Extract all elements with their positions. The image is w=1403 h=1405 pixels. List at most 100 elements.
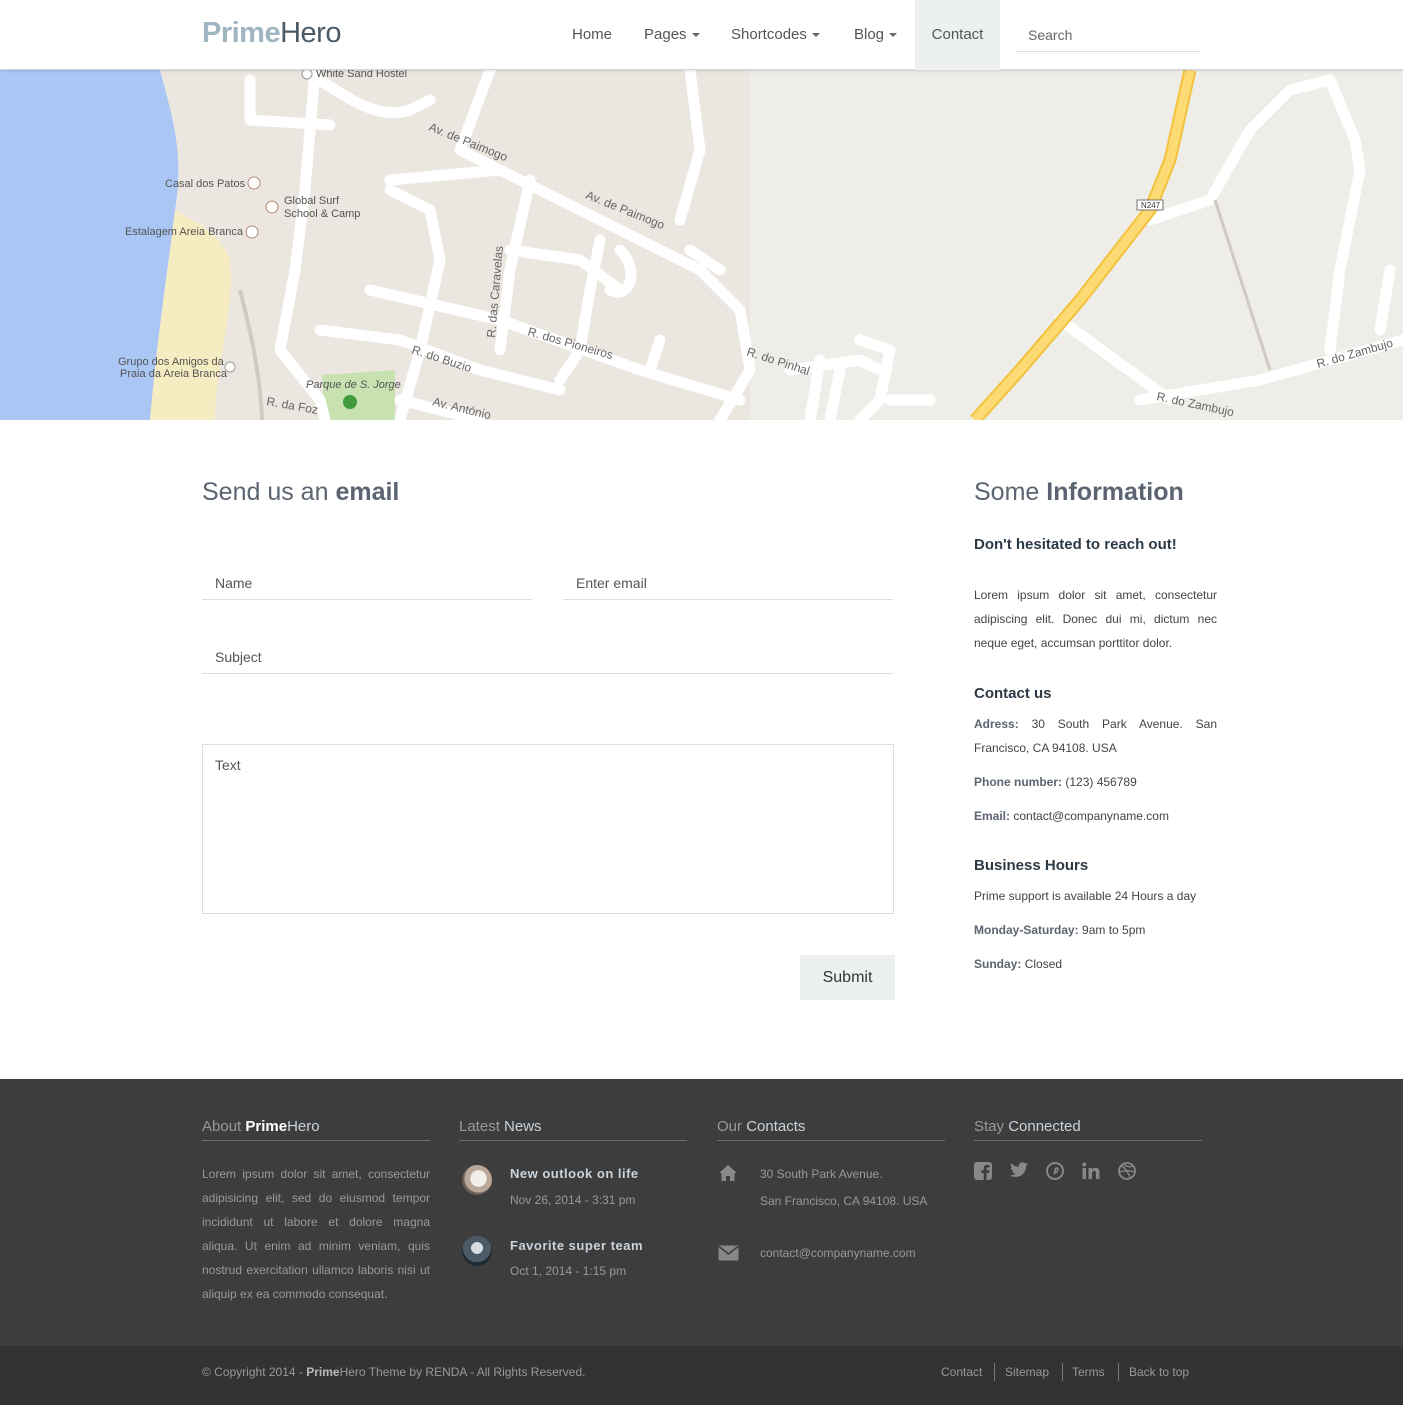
news-date: Nov 26, 2014 - 3:31 pm	[510, 1193, 636, 1207]
footer-stay-title: Stay Connected	[974, 1118, 1202, 1141]
contacts-light: Our	[717, 1118, 747, 1135]
facebook-icon[interactable]	[974, 1162, 992, 1185]
brand-part2: Hero	[280, 17, 341, 49]
form-title-light: Send us an	[202, 478, 336, 506]
info-sunday: Sunday: Closed	[974, 957, 1062, 971]
contacts-bold: Contacts	[746, 1118, 806, 1135]
link-separator	[994, 1363, 995, 1381]
stay-light: Stay	[974, 1118, 1009, 1135]
footer-about-text: Lorem ipsum dolor sit amet, consectetur …	[202, 1167, 430, 1301]
footer-contacts-title: Our Contacts	[717, 1118, 945, 1141]
sunday-label: Sunday:	[974, 957, 1022, 971]
footer-news-title: Latest News	[459, 1118, 687, 1141]
news-date: Oct 1, 2014 - 1:15 pm	[510, 1264, 627, 1278]
business-hours-heading: Business Hours	[974, 857, 1089, 874]
news-title-link[interactable]: New outlook on life	[510, 1166, 639, 1181]
copy-post: Hero Theme by RENDA - All Rights Reserve…	[339, 1365, 586, 1379]
info-weekday: Monday-Saturday: 9am to 5pm	[974, 923, 1145, 937]
nav-pages-label: Pages	[644, 26, 687, 43]
map-canvas: N247 White Sand Hostel Casal dos Patos G…	[0, 70, 1403, 420]
svg-text:Global Surf: Global Surf	[284, 195, 340, 207]
info-title-bold: Information	[1046, 478, 1184, 506]
envelope-icon	[718, 1245, 739, 1266]
dribbble-icon[interactable]	[1118, 1162, 1136, 1185]
brand-part1: Prime	[202, 17, 281, 49]
contact-us-heading: Contact us	[974, 685, 1052, 702]
footer-address-line1: 30 South Park Avenue.	[760, 1167, 883, 1181]
linkedin-icon[interactable]	[1082, 1162, 1100, 1185]
location-map[interactable]: N247 White Sand Hostel Casal dos Patos G…	[0, 70, 1403, 420]
about-bold: Prime	[245, 1118, 288, 1135]
news-bold: News	[504, 1118, 542, 1135]
link-separator	[1118, 1363, 1119, 1381]
nav-shortcodes-label: Shortcodes	[731, 26, 807, 43]
navbar: PrimeHero Home Pages Shortcodes Blog Con…	[0, 0, 1403, 70]
stay-bold: Connected	[1008, 1118, 1081, 1135]
search-input[interactable]	[1015, 18, 1201, 52]
message-textarea[interactable]	[202, 744, 894, 914]
twitter-icon[interactable]	[1010, 1162, 1028, 1183]
nav-blog-label: Blog	[854, 26, 885, 43]
phone-value: (123) 456789	[1065, 775, 1137, 789]
nav-home[interactable]: Home	[572, 0, 612, 70]
info-title: Some Information	[974, 478, 1184, 507]
link-separator	[1062, 1363, 1063, 1381]
phone-label: Phone number:	[974, 775, 1063, 789]
info-address: Adress: 30 South Park Avenue. San Franci…	[974, 712, 1217, 760]
news-thumbnail[interactable]	[462, 1236, 492, 1266]
footer-address-line2: San Francisco, CA 94108. USA	[760, 1194, 928, 1208]
bottom-link-terms[interactable]: Terms	[1072, 1365, 1105, 1379]
info-support: Prime support is available 24 Hours a da…	[974, 889, 1197, 903]
name-field[interactable]	[202, 566, 532, 600]
copy-pre: © Copyright 2014 -	[202, 1365, 307, 1379]
weekday-label: Monday-Saturday:	[974, 923, 1079, 937]
copyright: © Copyright 2014 - PrimeHero Theme by RE…	[202, 1365, 585, 1379]
svg-text:Grupo dos Amigos da: Grupo dos Amigos da	[118, 356, 225, 368]
copy-bold: Prime	[306, 1365, 340, 1379]
weekday-value: 9am to 5pm	[1082, 923, 1146, 937]
about-light: About	[202, 1118, 246, 1135]
svg-text:Parque de S. Jorge: Parque de S. Jorge	[306, 379, 401, 391]
news-thumbnail[interactable]	[462, 1165, 492, 1195]
nav-shortcodes[interactable]: Shortcodes	[731, 0, 820, 70]
nav-contact-label: Contact	[931, 26, 984, 43]
info-lorem: Lorem ipsum dolor sit amet, consectetur …	[974, 588, 1217, 650]
svg-text:Estalagem Areia Branca: Estalagem Areia Branca	[125, 226, 244, 238]
nav-pages[interactable]: Pages	[644, 0, 700, 70]
bottom-link-sitemap[interactable]: Sitemap	[1005, 1365, 1049, 1379]
subject-field[interactable]	[202, 640, 893, 674]
email-field[interactable]	[563, 566, 893, 600]
info-phone: Phone number: (123) 456789	[974, 775, 1137, 789]
pinterest-icon[interactable]	[1046, 1162, 1064, 1185]
svg-text:Casal dos Patos: Casal dos Patos	[165, 178, 246, 190]
email-value: contact@companyname.com	[1013, 809, 1169, 823]
caret-down-icon	[691, 33, 700, 38]
footer-about-title: About PrimeHero	[202, 1118, 430, 1141]
nav-home-label: Home	[572, 26, 613, 43]
form-title: Send us an email	[202, 478, 399, 507]
caret-down-icon	[811, 33, 820, 38]
nav-blog[interactable]: Blog	[854, 0, 898, 70]
footer-email[interactable]: contact@companyname.com	[760, 1246, 916, 1260]
reach-out-heading: Don't hesitated to reach out!	[974, 536, 1177, 553]
info-title-light: Some	[974, 478, 1047, 506]
svg-text:School & Camp: School & Camp	[284, 208, 360, 220]
svg-text:Praia da Areia Branca: Praia da Areia Branca	[120, 368, 228, 380]
submit-button[interactable]: Submit	[800, 955, 895, 1000]
nav-contact[interactable]: Contact	[915, 0, 1000, 70]
bottom-link-contact[interactable]: Contact	[941, 1365, 982, 1379]
sunday-value: Closed	[1024, 957, 1063, 971]
address-label: Adress:	[974, 717, 1019, 731]
about-rest: Hero	[287, 1118, 320, 1135]
news-light: Latest	[459, 1118, 505, 1135]
brand-logo[interactable]: PrimeHero	[202, 17, 341, 50]
svg-text:White Sand Hostel: White Sand Hostel	[316, 70, 407, 80]
home-icon	[718, 1164, 738, 1187]
email-label: Email:	[974, 809, 1011, 823]
info-email: Email: contact@companyname.com	[974, 809, 1169, 823]
svg-text:N247: N247	[1141, 201, 1161, 210]
caret-down-icon	[889, 33, 898, 38]
form-title-bold: email	[335, 478, 400, 506]
bottom-link-back-to-top[interactable]: Back to top	[1129, 1365, 1189, 1379]
news-title-link[interactable]: Favorite super team	[510, 1238, 643, 1253]
